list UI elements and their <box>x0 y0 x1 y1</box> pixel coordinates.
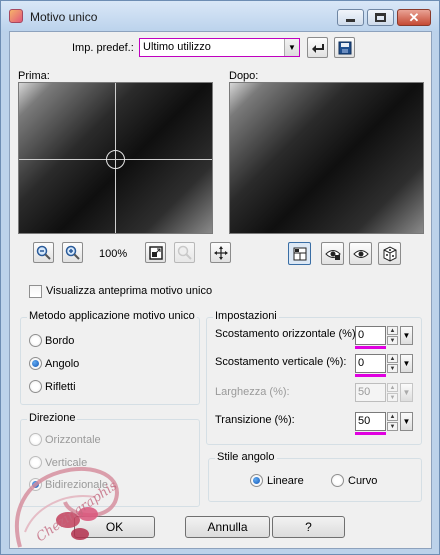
title-bar[interactable]: Motivo unico ✕ <box>1 1 439 31</box>
v-offset-dropdown-icon[interactable]: ▼ <box>400 354 413 373</box>
preset-label: Imp. predef.: <box>72 42 134 54</box>
before-label: Prima: <box>18 70 50 82</box>
zoom-in-button[interactable] <box>62 242 83 263</box>
h-offset-value: 0 <box>358 329 365 341</box>
preset-dropdown[interactable]: Ultimo utilizzo ▼ <box>139 38 300 57</box>
method-group-title: Metodo applicazione motivo unico <box>27 310 197 322</box>
h-offset-down-arrow-icon[interactable]: ▼ <box>387 336 398 345</box>
v-offset-underline <box>355 374 386 377</box>
minimize-button[interactable] <box>337 9 364 26</box>
v-offset-up-arrow-icon[interactable]: ▲ <box>387 354 398 363</box>
close-button[interactable]: ✕ <box>397 9 431 26</box>
h-offset-underline <box>355 346 386 349</box>
auto-proof-button[interactable] <box>321 242 344 265</box>
width-dropdown-icon[interactable]: ▼ <box>400 383 413 402</box>
maximize-button[interactable] <box>367 9 394 26</box>
corner-radio-curvo[interactable] <box>331 474 344 487</box>
transition-input[interactable]: 50 <box>355 412 386 431</box>
transition-label: Transizione (%): <box>215 414 295 426</box>
watermark-logo-icon: Chezingraphis <box>14 466 121 548</box>
zoom-in-icon <box>65 245 80 260</box>
corner-style-title: Stile angolo <box>215 451 277 463</box>
corner-label-lineare: Lineare <box>267 475 304 487</box>
cancel-button[interactable]: Annulla <box>185 516 270 538</box>
split-view-icon <box>293 247 306 260</box>
help-button[interactable]: ? <box>272 516 345 538</box>
method-radio-bordo[interactable] <box>29 334 42 347</box>
preset-value: Ultimo utilizzo <box>143 41 211 53</box>
maximize-icon <box>375 13 386 22</box>
v-offset-value: 0 <box>358 357 365 369</box>
eye-lock-icon <box>324 249 341 260</box>
floppy-disk-icon <box>338 41 351 54</box>
undo-arrow-icon <box>311 43 324 53</box>
dialog-window: Motivo unico ✕ Imp. predef.: Ultimo util… <box>0 0 440 555</box>
randomize-button[interactable] <box>378 242 401 265</box>
transition-dropdown-icon[interactable]: ▼ <box>400 412 413 431</box>
zoom-actual-button[interactable] <box>174 242 195 263</box>
before-preview[interactable] <box>18 82 213 234</box>
corner-label-curvo: Curvo <box>348 475 378 487</box>
pan-button[interactable] <box>210 242 231 263</box>
show-preview-checkbox[interactable] <box>29 285 42 298</box>
fit-window-icon <box>148 245 163 260</box>
width-up-arrow-icon[interactable]: ▲ <box>387 383 398 392</box>
dialog-client-area: Imp. predef.: Ultimo utilizzo ▼ Prima: D… <box>9 31 432 549</box>
v-offset-label: Scostamento verticale (%): <box>215 356 347 368</box>
eye-icon <box>352 249 369 258</box>
settings-group-title: Impostazioni <box>213 310 279 322</box>
crosshair-target-icon[interactable] <box>106 150 125 169</box>
width-label: Larghezza (%): <box>215 386 290 398</box>
after-label: Dopo: <box>229 70 259 82</box>
transition-value: 50 <box>358 415 371 427</box>
method-label-angolo: Angolo <box>45 358 80 370</box>
method-radio-angolo[interactable] <box>29 357 42 370</box>
transition-underline <box>355 432 386 435</box>
width-down-arrow-icon[interactable]: ▼ <box>387 393 398 402</box>
corner-style-group: Stile angolo <box>208 451 422 502</box>
dice-icon <box>383 245 396 262</box>
show-preview-label: Visualizza anteprima motivo unico <box>46 285 213 297</box>
save-preset-button[interactable] <box>334 37 355 58</box>
proof-button[interactable] <box>288 242 311 265</box>
transition-down-arrow-icon[interactable]: ▼ <box>387 422 398 431</box>
move-arrows-icon <box>213 245 228 260</box>
minimize-icon <box>346 19 355 22</box>
zoom-level: 100% <box>99 248 128 260</box>
fit-preview-button[interactable] <box>145 242 166 263</box>
method-radio-rifletti[interactable] <box>29 380 42 393</box>
app-icon <box>9 9 23 23</box>
h-offset-up-arrow-icon[interactable]: ▲ <box>387 326 398 335</box>
transition-up-arrow-icon[interactable]: ▲ <box>387 412 398 421</box>
v-offset-down-arrow-icon[interactable]: ▼ <box>387 364 398 373</box>
preview-toggle-button[interactable] <box>349 242 372 265</box>
corner-radio-lineare[interactable] <box>250 474 263 487</box>
width-value: 50 <box>358 386 371 398</box>
window-title: Motivo unico <box>30 10 98 24</box>
v-offset-input[interactable]: 0 <box>355 354 386 373</box>
close-icon: ✕ <box>408 10 420 25</box>
chevron-down-icon[interactable]: ▼ <box>284 39 299 56</box>
reset-preset-button[interactable] <box>307 37 328 58</box>
width-input[interactable]: 50 <box>355 383 386 402</box>
zoom-out-button[interactable] <box>33 242 54 263</box>
method-label-bordo: Bordo <box>45 335 75 347</box>
method-label-rifletti: Rifletti <box>45 381 76 393</box>
h-offset-dropdown-icon[interactable]: ▼ <box>400 326 413 345</box>
zoom-out-icon <box>36 245 51 260</box>
h-offset-input[interactable]: 0 <box>355 326 386 345</box>
after-preview <box>229 82 424 234</box>
zoom-disabled-icon <box>177 245 192 260</box>
h-offset-label: Scostamento orizzontale (%): <box>215 328 359 340</box>
